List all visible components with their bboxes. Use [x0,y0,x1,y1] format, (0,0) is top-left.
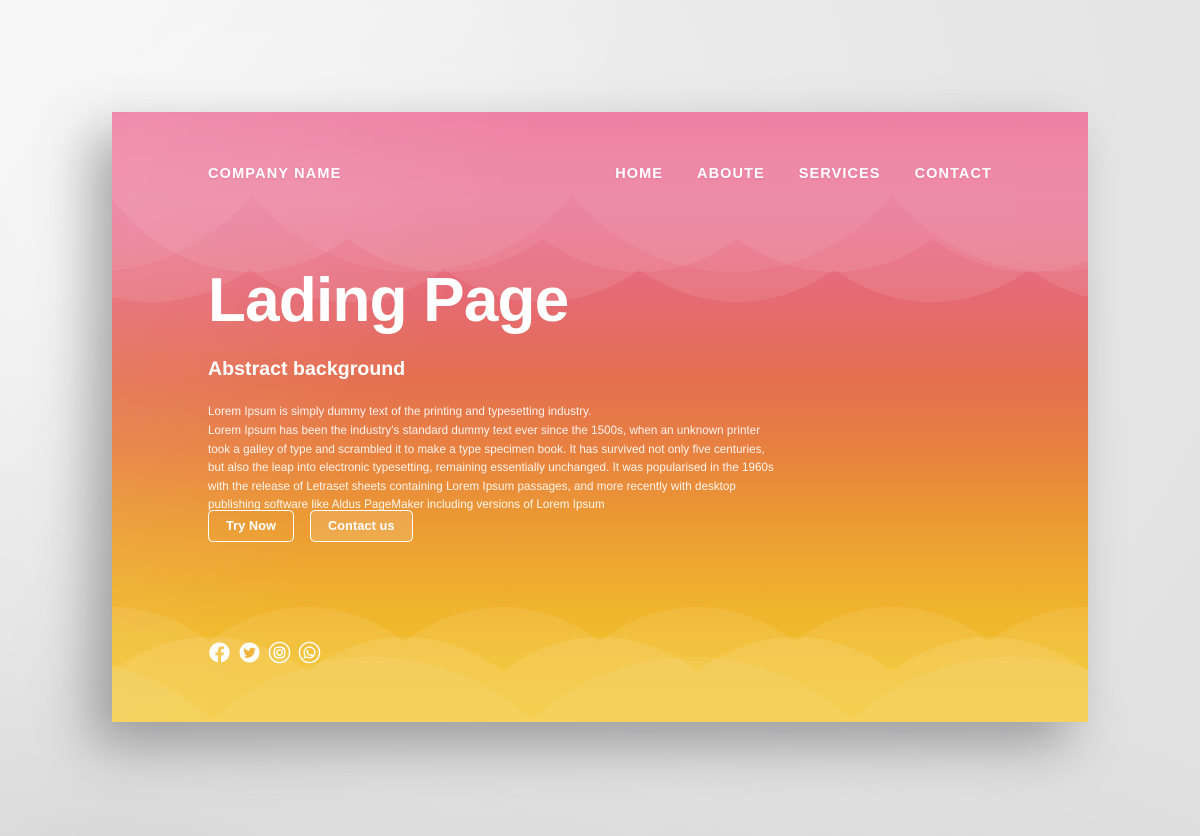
contact-us-button[interactable]: Contact us [310,510,413,542]
facebook-icon[interactable] [208,641,231,664]
hero-body-line: took a galley of type and scrambled it t… [208,442,765,456]
social-links [208,641,321,664]
hero-body-line: Lorem Ipsum is simply dummy text of the … [208,405,592,419]
brand-logo-text: COMPANY NAME [208,166,342,182]
whatsapp-icon[interactable] [298,641,321,664]
nav-link-services[interactable]: SERVICES [799,166,881,182]
nav-link-home[interactable]: HOME [615,166,663,182]
nav-links: HOME ABOUTE SERVICES CONTACT [615,166,992,182]
hero-body-line: but also the leap into electronic typese… [208,461,774,475]
navbar: COMPANY NAME HOME ABOUTE SERVICES CONTAC… [112,160,1088,188]
card-content: COMPANY NAME HOME ABOUTE SERVICES CONTAC… [112,112,1088,722]
cta-button-row: Try Now Contact us [208,510,413,542]
landing-page-card: COMPANY NAME HOME ABOUTE SERVICES CONTAC… [112,112,1088,722]
hero-body-text: Lorem Ipsum is simply dummy text of the … [208,403,842,514]
twitter-icon[interactable] [238,641,261,664]
hero-subtitle: Abstract background [208,358,406,381]
hero-body-line: Lorem Ipsum has been the industry's stan… [208,424,761,438]
nav-link-aboute[interactable]: ABOUTE [697,166,765,182]
landing-page-mockup: COMPANY NAME HOME ABOUTE SERVICES CONTAC… [92,112,1088,744]
nav-link-contact[interactable]: CONTACT [915,166,992,182]
page-title: Lading Page [208,266,569,335]
instagram-icon[interactable] [268,641,291,664]
try-now-button[interactable]: Try Now [208,510,295,542]
hero-section: Lading Page Abstract background Lorem Ip… [208,266,888,515]
hero-body-line: with the release of Letraset sheets cont… [208,479,736,493]
